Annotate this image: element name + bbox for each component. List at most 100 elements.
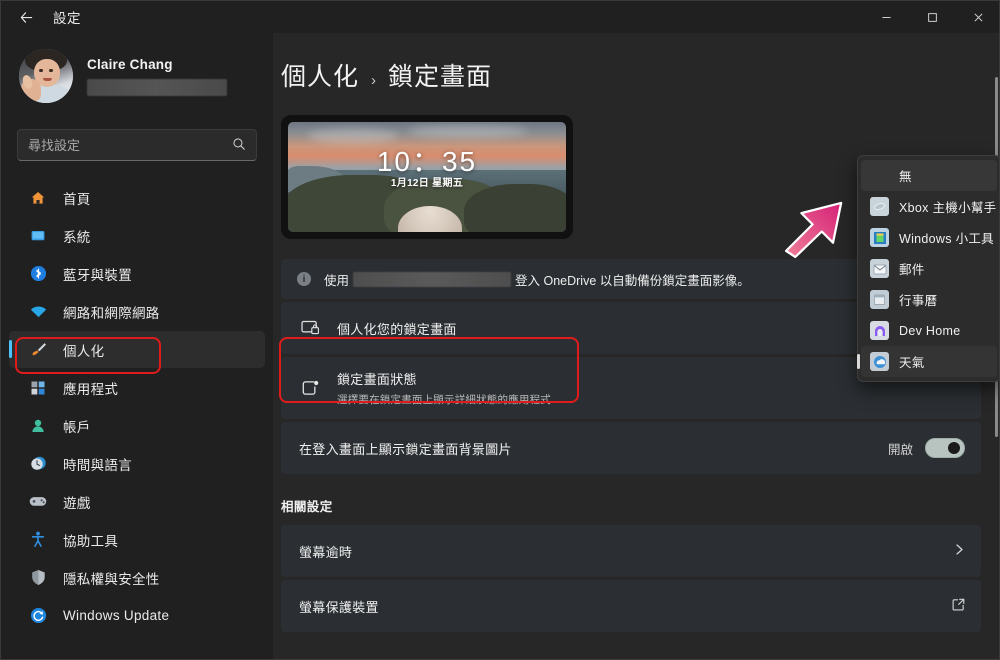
dropdown-item-mail[interactable]: 郵件	[861, 253, 997, 284]
breadcrumb: 個人化 › 鎖定畫面	[281, 57, 999, 93]
dropdown-item-none[interactable]: 無	[861, 160, 997, 191]
arrow-left-icon	[20, 11, 32, 23]
sidebar-item-accounts[interactable]: 帳戶	[9, 407, 265, 444]
banner-text-before: 使用	[324, 273, 350, 288]
search-icon	[232, 137, 246, 154]
sidebar-item-label: 協助工具	[63, 533, 119, 549]
sidebar-item-home[interactable]: 首頁	[9, 179, 265, 216]
sidebar-item-apps[interactable]: 應用程式	[9, 369, 265, 406]
related-settings-label: 相關設定	[281, 500, 333, 514]
dropdown-item-label: Dev Home	[899, 323, 961, 338]
external-link-icon	[952, 598, 965, 614]
apps-icon	[27, 378, 49, 398]
settings-window: 設定 Claire Chang 尋找設定 首頁 系統 藍牙與裝置 網路和網際網路…	[0, 0, 1000, 660]
sidebar-item-label: 應用程式	[63, 381, 119, 397]
sidebar-item-time-language[interactable]: 時間與語言	[9, 445, 265, 482]
brush-icon	[27, 340, 49, 360]
devhome-app-icon	[870, 321, 889, 340]
row-screen-timeout[interactable]: 螢幕逾時	[281, 525, 981, 577]
back-button[interactable]	[9, 2, 43, 32]
dropdown-item-label: 無	[899, 170, 912, 184]
sidebar: Claire Chang 首頁	[1, 33, 273, 659]
sidebar-item-windows-update[interactable]: Windows Update	[9, 597, 265, 634]
dropdown-item-label: 天氣	[899, 356, 925, 370]
sidebar-item-label: 首頁	[63, 191, 91, 207]
close-button[interactable]	[955, 1, 999, 33]
maximize-button[interactable]	[909, 1, 955, 33]
system-icon	[27, 226, 49, 246]
dropdown-item-label: 郵件	[899, 263, 925, 277]
bluetooth-icon	[27, 264, 49, 284]
clock-icon	[27, 454, 49, 474]
lock-screen-preview: 10：35 1月12日 星期五	[281, 115, 573, 239]
network-icon	[27, 302, 49, 322]
preview-date: 1月12日 星期五	[390, 178, 464, 189]
none-icon	[870, 166, 889, 185]
sidebar-item-system[interactable]: 系統	[9, 217, 265, 254]
breadcrumb-separator-icon: ›	[371, 72, 377, 89]
lock-screen-status-dropdown: 無 Xbox 主機小幫手 Windows 小工具 郵件 行事曆 Dev Home…	[857, 155, 999, 382]
maximize-icon	[927, 12, 937, 22]
sidebar-item-label: 隱私權與安全性	[63, 571, 160, 587]
xbox-app-icon	[870, 197, 889, 216]
sidebar-item-label: 個人化	[63, 343, 105, 359]
sidebar-item-privacy-security[interactable]: 隱私權與安全性	[9, 559, 265, 596]
dropdown-item-calendar[interactable]: 行事曆	[861, 284, 997, 315]
search-box[interactable]	[17, 129, 257, 161]
update-icon	[27, 606, 49, 626]
banner-redacted-account	[353, 271, 512, 287]
info-icon: i	[297, 272, 311, 286]
gaming-icon	[27, 492, 49, 512]
sidebar-item-label: Windows Update	[63, 608, 170, 623]
accessibility-icon	[27, 530, 49, 550]
sidebar-item-label: 藍牙與裝置	[63, 267, 132, 283]
lock-screen-preview-image: 10：35 1月12日 星期五	[288, 122, 566, 232]
sidebar-item-label: 系統	[63, 229, 91, 245]
banner-text: 使用 登入 OneDrive 以自動備份鎖定畫面影像。	[324, 270, 750, 289]
dropdown-item-windows-widgets[interactable]: Windows 小工具	[861, 222, 997, 253]
user-name: Claire Chang	[87, 56, 173, 72]
row-subtitle: 選擇要在鎖定畫面上顯示詳細狀態的應用程式	[337, 394, 551, 406]
account-icon	[27, 416, 49, 436]
window-title: 設定	[53, 11, 81, 26]
dropdown-item-weather[interactable]: 天氣	[857, 346, 997, 377]
show-background-toggle[interactable]	[925, 438, 965, 458]
row-title: 在登入畫面上顯示鎖定畫面背景圖片	[299, 441, 512, 457]
sidebar-item-network[interactable]: 網路和網際網路	[9, 293, 265, 330]
sidebar-item-label: 帳戶	[63, 419, 91, 435]
mail-app-icon	[870, 259, 889, 278]
close-icon	[974, 13, 982, 21]
dropdown-item-xbox-console-companion[interactable]: Xbox 主機小幫手	[861, 191, 997, 222]
banner-text-after: 登入 OneDrive 以自動備份鎖定畫面影像。	[515, 273, 750, 288]
lockscreen-picture-icon	[297, 320, 323, 336]
user-profile[interactable]: Claire Chang	[19, 45, 273, 107]
lockscreen-status-icon	[297, 379, 323, 397]
dropdown-item-label: Xbox 主機小幫手	[899, 201, 997, 215]
sidebar-item-personalization[interactable]: 個人化	[9, 331, 265, 368]
shield-icon	[27, 568, 49, 588]
weather-app-icon	[870, 352, 889, 371]
toggle-state-label: 開啟	[887, 442, 913, 457]
calendar-app-icon	[870, 290, 889, 309]
breadcrumb-parent[interactable]: 個人化	[281, 57, 359, 93]
minimize-button[interactable]	[863, 1, 909, 33]
row-screen-saver[interactable]: 螢幕保護裝置	[281, 580, 981, 632]
window-controls	[863, 1, 999, 33]
sidebar-item-gaming[interactable]: 遊戲	[9, 483, 265, 520]
sidebar-item-label: 網路和網際網路	[63, 305, 160, 321]
sidebar-item-label: 時間與語言	[63, 457, 132, 473]
page-title: 鎖定畫面	[388, 63, 493, 91]
sidebar-item-accessibility[interactable]: 協助工具	[9, 521, 265, 558]
dropdown-item-label: 行事曆	[899, 294, 938, 308]
user-email-redacted	[87, 78, 227, 96]
dropdown-item-dev-home[interactable]: Dev Home	[861, 315, 997, 346]
toggle-knob	[948, 442, 960, 454]
chevron-right-icon	[954, 543, 965, 559]
widgets-app-icon	[870, 228, 889, 247]
row-title: 螢幕逾時	[299, 544, 353, 560]
minimize-icon	[881, 16, 891, 18]
search-input[interactable]	[28, 137, 232, 153]
row-show-background-on-signin: 在登入畫面上顯示鎖定畫面背景圖片 開啟	[281, 422, 981, 474]
title-bar: 設定	[1, 1, 999, 33]
sidebar-item-bluetooth[interactable]: 藍牙與裝置	[9, 255, 265, 292]
